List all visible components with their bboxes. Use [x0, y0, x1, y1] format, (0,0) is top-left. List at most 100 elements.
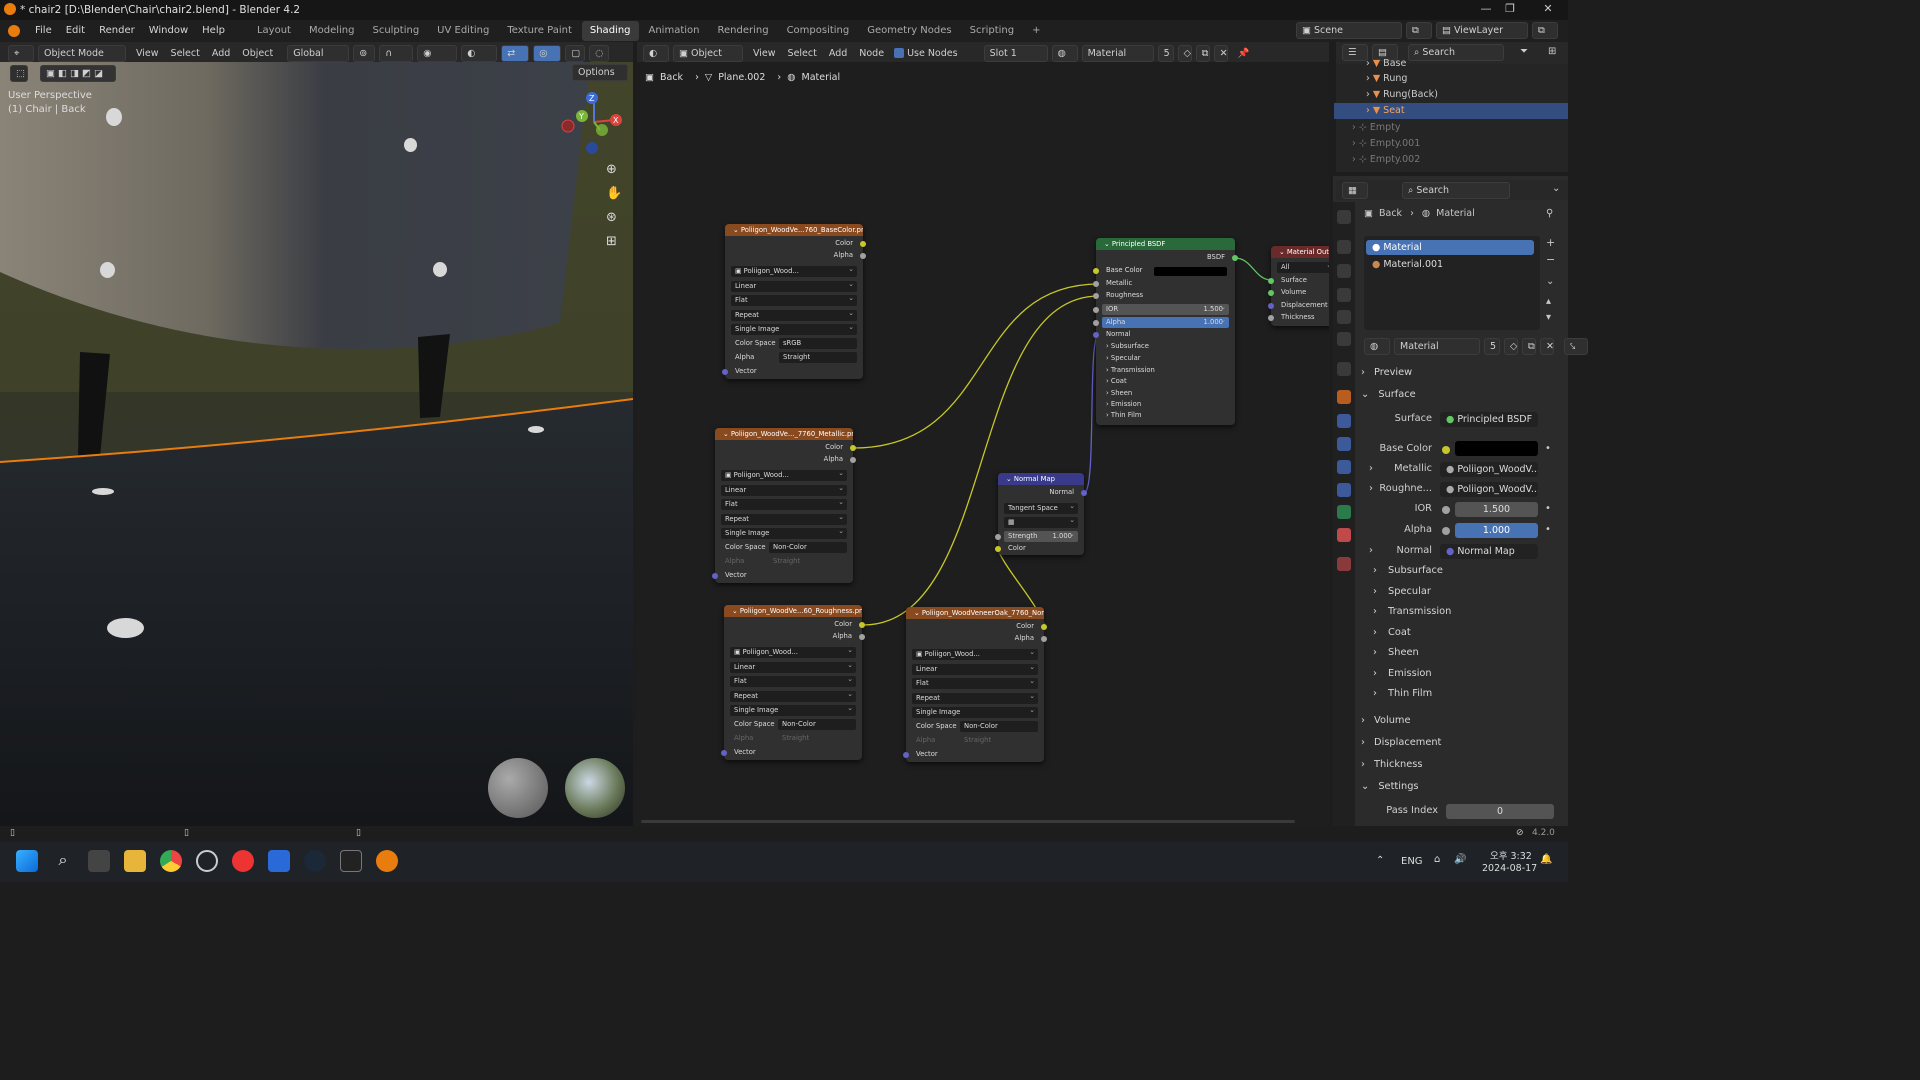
socket-alpha[interactable]	[859, 634, 865, 640]
panel-volume[interactable]: › Volume	[1361, 712, 1912, 730]
tab-animation[interactable]: Animation	[641, 21, 708, 41]
extension-dropdown[interactable]: Repeat	[730, 689, 856, 702]
image-texture-node[interactable]: ⌄ Poliigon_WoodVe...760_BaseColor.png Co…	[722, 224, 866, 379]
tab-modeling[interactable]: Modeling	[301, 21, 363, 41]
visibility-icon[interactable]: ◐	[461, 44, 498, 62]
outliner-search[interactable]: ⌕ Search	[1408, 44, 1504, 61]
colorspace-dropdown[interactable]: Non-Color	[960, 721, 1038, 732]
uv-map-field[interactable]: ▦	[1004, 515, 1078, 528]
socket-displacement[interactable]	[1268, 303, 1274, 309]
data-tab-icon[interactable]	[1337, 505, 1351, 519]
tab-rendering[interactable]: Rendering	[709, 21, 776, 41]
app-icon[interactable]	[268, 850, 290, 872]
principled-bsdf-node[interactable]: ⌄ Principled BSDF BSDF Base Color Metall…	[1093, 238, 1238, 425]
menu-file[interactable]: File	[28, 20, 59, 42]
interpolation-dropdown[interactable]: Linear	[721, 483, 847, 496]
pivot-icon[interactable]: ⊚	[353, 44, 376, 62]
node-header[interactable]: ⌄ Poliigon_WoodVe...60_Roughness.png	[724, 605, 862, 617]
pass-index-field[interactable]: 0	[1446, 804, 1554, 819]
base-color-swatch[interactable]	[1455, 441, 1538, 456]
node-editor[interactable]: ▣ Back › ▽ Plane.002 › ◍ Material ⌄ Poli…	[637, 62, 1329, 826]
ior-field[interactable]: 1.500	[1455, 502, 1538, 517]
panel-emission[interactable]: › Emission	[1361, 665, 1912, 683]
image-texture-node[interactable]: ⌄ Poliigon_WoodVe...60_Roughness.png Col…	[721, 605, 865, 760]
interpolation-dropdown[interactable]: Linear	[730, 660, 856, 673]
socket-roughness[interactable]	[1093, 293, 1099, 299]
material-name-field[interactable]: Material	[1394, 338, 1480, 355]
node-menu-view[interactable]: View	[753, 48, 776, 59]
material-tab-icon[interactable]	[1337, 528, 1351, 542]
interpolation-dropdown[interactable]: Linear	[912, 662, 1038, 675]
socket-normal[interactable]	[1093, 332, 1099, 338]
material-slot-active[interactable]: ● Material	[1366, 240, 1534, 255]
shading-wire-icon[interactable]: ◌	[589, 44, 610, 62]
scene-tab-icon[interactable]	[1337, 310, 1351, 324]
socket-bsdf[interactable]	[1232, 255, 1238, 261]
projection-dropdown[interactable]: Flat	[721, 497, 847, 510]
source-dropdown[interactable]: Single Image	[730, 703, 856, 716]
material-output-node[interactable]: ⌄ Material Output All Surface Volume Dis…	[1268, 246, 1329, 326]
node-link-icon[interactable]: ⤥	[1564, 338, 1588, 355]
keyframe-dot-icon[interactable]: •	[1545, 503, 1551, 514]
filter-icon[interactable]: ⏷	[1520, 46, 1528, 57]
socket-alpha[interactable]	[860, 253, 866, 259]
socket-color[interactable]	[859, 622, 865, 628]
outliner-row[interactable]: › ▼ Rung	[1366, 71, 1407, 87]
xray-icon[interactable]: ▢	[565, 44, 586, 62]
socket-base-color[interactable]	[1442, 446, 1450, 454]
tab-texture-paint[interactable]: Texture Paint	[499, 21, 580, 41]
alpha-dropdown[interactable]: Straight	[960, 735, 1038, 746]
socket-color[interactable]	[860, 241, 866, 247]
material-users[interactable]: 5	[1157, 44, 1174, 62]
file-explorer-icon[interactable]	[124, 850, 146, 872]
use-nodes-checkbox[interactable]	[894, 48, 905, 58]
strength-slider[interactable]: Strength 1.000	[1004, 529, 1078, 542]
image-selector[interactable]: ▣ Poliigon_Wood...	[912, 647, 1038, 660]
outliner-row[interactable]: › ⊹ Empty.001	[1352, 136, 1420, 152]
blender-menu-icon[interactable]	[8, 25, 20, 37]
modifier-tab-icon[interactable]	[1337, 414, 1351, 428]
socket-alpha[interactable]	[1041, 636, 1047, 642]
alpha-dropdown[interactable]: Straight	[778, 733, 856, 744]
normal-map-node[interactable]: ⌄ Normal Map Normal Tangent Space ▦ Stre…	[995, 473, 1087, 555]
roughness-field[interactable]: ● Poliigon_WoodV...	[1440, 482, 1538, 497]
panel-subsurface[interactable]: › Subsurface	[1102, 341, 1229, 352]
task-view-icon[interactable]	[88, 850, 110, 872]
viewport-menu-view[interactable]: View	[136, 48, 159, 59]
remove-slot-icon[interactable]: −	[1546, 253, 1555, 266]
properties-search[interactable]: ⌕ Search	[1402, 182, 1510, 199]
mode-selector[interactable]: Object Mode	[38, 44, 126, 62]
panel-thin-film[interactable]: › Thin Film	[1102, 410, 1229, 421]
projection-dropdown[interactable]: Flat	[912, 676, 1038, 689]
tool-tab-icon[interactable]	[1337, 210, 1351, 224]
panel-subsurface[interactable]: › Subsurface	[1361, 562, 1912, 580]
socket-surface[interactable]	[1268, 278, 1274, 284]
node-header[interactable]: ⌄ Poliigon_WoodVeneerOak_7760_Nor...	[906, 607, 1044, 619]
outliner-row[interactable]: › ▼ Rung(Back)	[1366, 87, 1438, 103]
extension-dropdown[interactable]: Repeat	[912, 691, 1038, 704]
socket-alpha[interactable]	[1442, 527, 1450, 535]
panel-coat[interactable]: › Coat	[1102, 376, 1229, 387]
socket-volume[interactable]	[1268, 290, 1274, 296]
socket-ior[interactable]	[1093, 307, 1099, 313]
volume-icon[interactable]: 🔊	[1454, 854, 1466, 865]
socket-base-color[interactable]	[1093, 268, 1099, 274]
close-icon[interactable]: ✕	[1538, 2, 1558, 18]
socket-color[interactable]	[995, 546, 1001, 552]
outliner-row[interactable]: › ⊹ Empty	[1352, 120, 1400, 136]
panel-transmission[interactable]: › Transmission	[1102, 365, 1229, 376]
tab-geometry-nodes[interactable]: Geometry Nodes	[859, 21, 959, 41]
pan-hand-icon[interactable]: ✋	[606, 186, 622, 201]
navigation-gizmo[interactable]: Z X Y	[560, 88, 628, 156]
physics-tab-icon[interactable]	[1337, 460, 1351, 474]
colorspace-dropdown[interactable]: sRGB	[779, 338, 857, 349]
collection-tab-icon[interactable]	[1337, 362, 1351, 376]
projection-dropdown[interactable]: Flat	[730, 674, 856, 687]
tab-sculpting[interactable]: Sculpting	[364, 21, 427, 41]
material-name-field[interactable]: Material	[1081, 44, 1154, 62]
3d-viewport[interactable]: User Perspective (1) Chair | Back Option…	[0, 62, 633, 826]
socket-color[interactable]	[850, 445, 856, 451]
snap-icon[interactable]: ∩	[379, 44, 414, 62]
chevron-down-icon[interactable]: ⌄	[1546, 276, 1554, 287]
material-slot[interactable]: ● Material.001	[1366, 257, 1534, 272]
